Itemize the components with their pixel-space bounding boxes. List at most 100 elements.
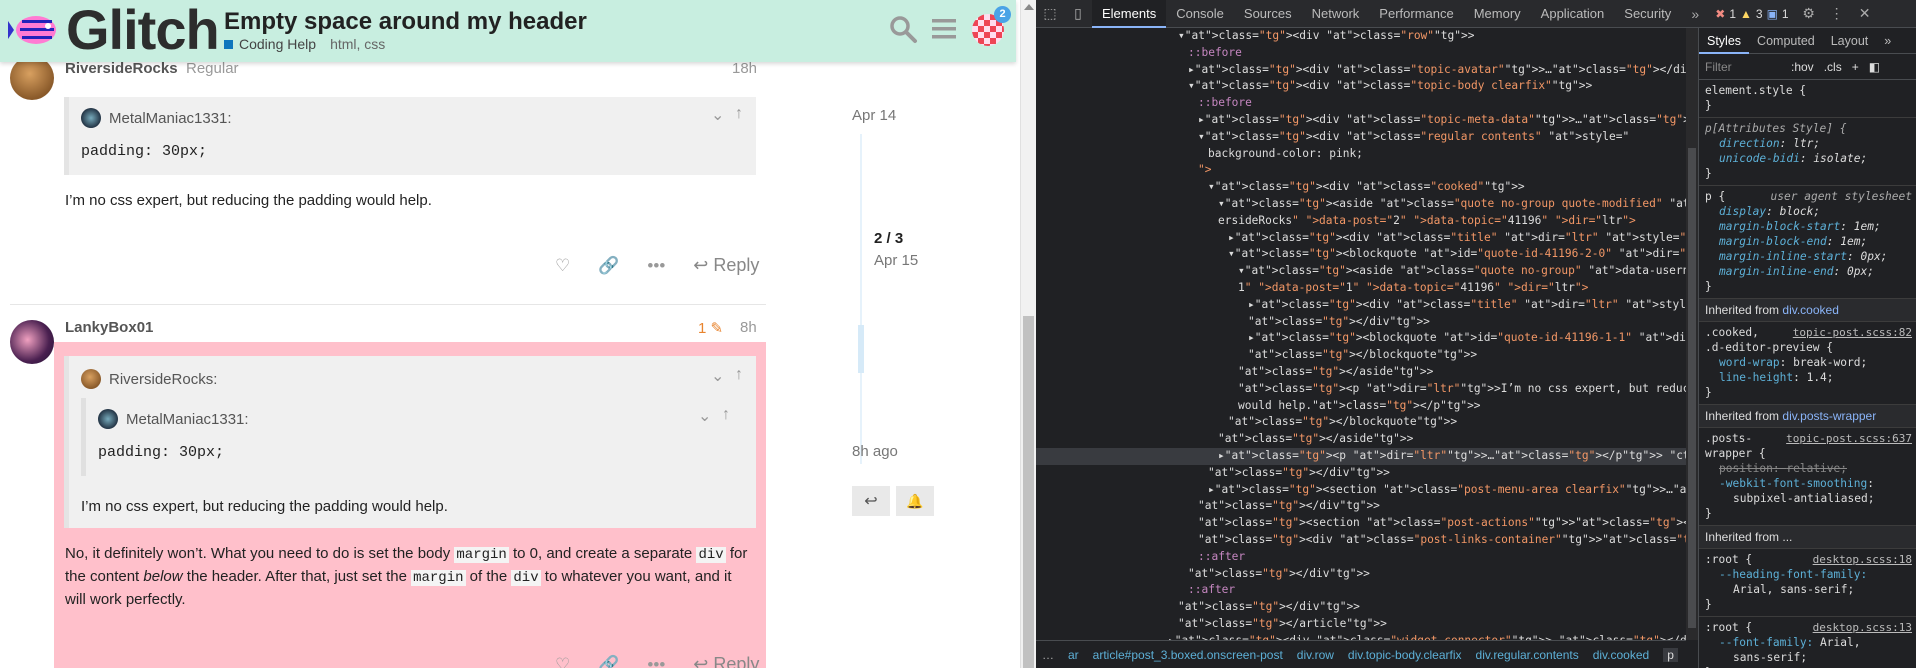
search-icon[interactable] xyxy=(888,14,918,44)
dom-tree-node[interactable]: ▸"at">class="tg"><div "at">class="widget… xyxy=(1036,633,1686,640)
class-toggle[interactable]: .cls xyxy=(1824,60,1842,74)
dom-tree-node[interactable]: "at">class="tg"></div"tg">> xyxy=(1036,465,1686,482)
nested-quote-title[interactable]: MetalManiac1331: xyxy=(98,409,249,429)
elements-dom-tree[interactable]: ▾"at">class="tg"><div "at">class="row""t… xyxy=(1036,28,1686,640)
timeline-scroller-track[interactable] xyxy=(860,134,862,464)
dom-tree-node[interactable]: ▾"at">class="tg"><aside "at">class="quot… xyxy=(1036,196,1686,213)
scroll-thumb[interactable] xyxy=(1023,316,1034,668)
more-icon[interactable]: ••• xyxy=(647,256,665,276)
tab-elements[interactable]: Elements xyxy=(1092,0,1167,28)
cooked-rule[interactable]: .cooked, topic-post.scss:82 .d-editor-pr… xyxy=(1699,322,1916,405)
avatar[interactable] xyxy=(10,320,54,364)
timeline-scroller-handle[interactable] xyxy=(858,325,864,373)
dom-tree-node[interactable]: ▸"at">class="tg"><blockquote "at">id="qu… xyxy=(1036,330,1686,347)
more-tabs-icon[interactable]: » xyxy=(1681,0,1709,28)
tab-sources[interactable]: Sources xyxy=(1234,0,1302,28)
dom-tree-node[interactable]: "at">class="tg"></aside"tg">> xyxy=(1036,431,1686,448)
more-icon[interactable]: ••• xyxy=(647,655,665,668)
quote-jump-icon[interactable]: ↑ xyxy=(722,406,730,424)
tab-application[interactable]: Application xyxy=(1531,0,1615,28)
settings-gear-icon[interactable]: ⚙ xyxy=(1795,0,1823,28)
scroll-up-arrow-icon[interactable] xyxy=(1024,4,1034,10)
root-rule[interactable]: :root { desktop.scss:18 --heading-font-f… xyxy=(1699,549,1916,617)
root-rule[interactable]: :root { desktop.scss:13 --font-family: A… xyxy=(1699,617,1916,668)
page-scrollbar[interactable] xyxy=(1020,0,1036,668)
dom-tree-node[interactable]: "at">class="tg"><div "at">class="post-li… xyxy=(1036,532,1686,549)
category-link[interactable]: Coding Help xyxy=(239,36,316,52)
breadcrumb-item[interactable]: article#post_3.boxed.onscreen-post xyxy=(1093,648,1283,662)
dom-tree-node[interactable]: "at">class="tg"></blockquote"tg">> xyxy=(1036,347,1686,364)
back-button[interactable]: ↩ xyxy=(852,486,890,516)
rule-source-link[interactable]: topic-post.scss:637 xyxy=(1786,431,1912,446)
element-style-rule[interactable]: element.style { } xyxy=(1699,80,1916,118)
toggle-sidebar-icon[interactable]: ◧ xyxy=(1869,60,1880,74)
rule-source-link[interactable]: desktop.scss:13 xyxy=(1813,620,1912,635)
topic-tags[interactable]: html, css xyxy=(330,36,385,52)
tab-network[interactable]: Network xyxy=(1302,0,1370,28)
tab-computed[interactable]: Computed xyxy=(1749,28,1823,54)
dom-tree-node[interactable]: "at">class="tg"><p "at">dir="ltr""tg">>I… xyxy=(1036,381,1686,398)
dom-tree-node[interactable]: "at">class="tg"></blockquote"tg">> xyxy=(1036,414,1686,431)
edit-count[interactable]: 1 ✎ xyxy=(698,319,723,337)
dom-tree-node[interactable]: ▸"at">class="tg"><div "at">class="topic-… xyxy=(1036,112,1686,129)
more-options-icon[interactable]: ⋮ xyxy=(1823,0,1851,28)
dom-tree-node[interactable]: ▸"at">class="tg"><section "at">class="po… xyxy=(1036,482,1686,499)
dom-tree-node[interactable]: "at">class="tg"></aside"tg">> xyxy=(1036,364,1686,381)
dom-tree-node[interactable]: ::after xyxy=(1036,582,1686,599)
avatar[interactable] xyxy=(10,56,54,100)
dom-tree-node[interactable]: background-color: pink; xyxy=(1036,146,1686,163)
quote-jump-icon[interactable]: ↑ xyxy=(735,105,743,123)
dom-tree-scrollbar[interactable] xyxy=(1686,28,1698,640)
inherited-from-link[interactable]: div.cooked xyxy=(1782,303,1838,317)
hamburger-menu-icon[interactable] xyxy=(932,16,956,42)
notification-bell-button[interactable]: 🔔 xyxy=(896,486,934,516)
breadcrumb-item[interactable]: ar xyxy=(1068,648,1079,662)
tab-styles[interactable]: Styles xyxy=(1699,28,1750,54)
dom-tree-node[interactable]: ::before xyxy=(1036,45,1686,62)
breadcrumb-item[interactable]: div.cooked xyxy=(1593,648,1649,662)
link-icon[interactable]: 🔗 xyxy=(598,655,619,668)
dom-tree-node[interactable]: "at">class="tg"></div"tg">> xyxy=(1036,599,1686,616)
breadcrumb-item[interactable]: div.topic-body.clearfix xyxy=(1348,648,1462,662)
reply-button[interactable]: ↩ Reply xyxy=(693,255,759,276)
dom-tree-node[interactable]: "at">class="tg"></div"tg">> xyxy=(1036,566,1686,583)
inspect-element-icon[interactable]: ⬚ xyxy=(1036,0,1064,28)
post-time[interactable]: 18h xyxy=(732,60,757,77)
dom-tree-node[interactable]: "at">class="tg"></div"tg">> xyxy=(1036,314,1686,331)
dom-tree-node[interactable]: "at">class="tg"></article"tg">> xyxy=(1036,616,1686,633)
style-property[interactable]: word-wrap: break-word; xyxy=(1705,355,1912,370)
reply-button[interactable]: ↩ Reply xyxy=(693,654,759,668)
tab-memory[interactable]: Memory xyxy=(1464,0,1531,28)
dom-tree-node[interactable]: 1" ">data-post="1" ">data-topic="41196" … xyxy=(1036,280,1686,297)
style-property[interactable]: position: relative; xyxy=(1705,461,1912,476)
topic-title[interactable]: Empty space around my header xyxy=(224,8,587,36)
dom-tree-node[interactable]: ▾"at">class="tg"><div "at">class="regula… xyxy=(1036,129,1686,146)
quote-title[interactable]: RiversideRocks: xyxy=(81,369,217,389)
style-property[interactable]: --font-family: Arial, xyxy=(1705,635,1912,650)
dom-tree-scroll-thumb[interactable] xyxy=(1688,148,1696,628)
timeline-start-date[interactable]: Apr 14 xyxy=(852,107,896,124)
breadcrumb-item[interactable]: div.row xyxy=(1297,648,1334,662)
add-rule-icon[interactable]: + xyxy=(1852,60,1859,74)
dom-tree-node[interactable]: "at">class="tg"><section "at">class="pos… xyxy=(1036,515,1686,532)
dom-tree-node[interactable]: "> xyxy=(1036,162,1686,179)
more-style-tabs-icon[interactable]: » xyxy=(1876,28,1899,54)
dom-tree-node[interactable]: ▸"at">class="tg"><div "at">class="title"… xyxy=(1036,230,1686,247)
quote-title[interactable]: MetalManiac1331: xyxy=(81,108,232,128)
dom-tree-node[interactable]: ersideRocks" ">data-post="2" ">data-topi… xyxy=(1036,213,1686,230)
glitch-fish-logo-icon[interactable] xyxy=(8,6,60,54)
dom-tree-node[interactable]: "at">class="tg"></div"tg">> xyxy=(1036,498,1686,515)
tab-security[interactable]: Security xyxy=(1614,0,1681,28)
tab-layout[interactable]: Layout xyxy=(1823,28,1877,54)
hover-state-toggle[interactable]: :hov xyxy=(1791,60,1814,74)
like-icon[interactable]: ♡ xyxy=(555,256,570,276)
breadcrumb-item[interactable]: p xyxy=(1663,647,1678,662)
dom-tree-node[interactable]: ▸"at">class="tg"><div "at">class="title"… xyxy=(1036,297,1686,314)
link-icon[interactable]: 🔗 xyxy=(598,256,619,276)
breadcrumb-more-icon[interactable]: … xyxy=(1042,648,1054,662)
style-property[interactable]: line-height: 1.4; xyxy=(1705,370,1912,385)
quote-expand-icon[interactable]: ⌄ xyxy=(711,366,724,386)
timeline-end-date[interactable]: 8h ago xyxy=(852,443,898,460)
device-toolbar-icon[interactable]: ▯ xyxy=(1064,0,1092,28)
close-icon[interactable]: ✕ xyxy=(1851,0,1879,28)
